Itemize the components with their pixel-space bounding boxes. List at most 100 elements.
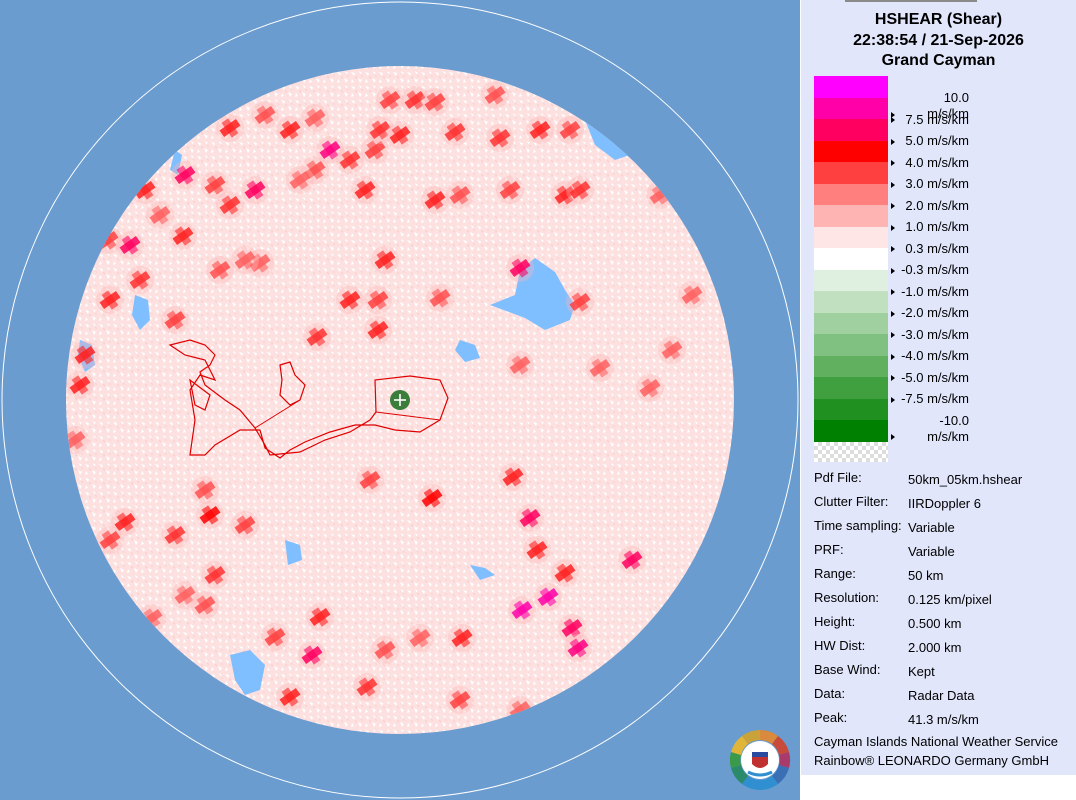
legend-label: 0.3 m/s/km <box>891 241 981 257</box>
shear-cell <box>618 546 646 574</box>
legend-swatch <box>814 377 888 399</box>
shear-cell <box>146 201 174 229</box>
legend-tick-icon <box>891 203 895 210</box>
metadata-key: Data: <box>814 686 846 701</box>
shear-cell <box>301 104 329 132</box>
legend-tick-icon <box>891 310 895 317</box>
shear-cell <box>351 176 379 204</box>
shear-cell <box>231 511 259 539</box>
metadata-key: Resolution: <box>814 590 880 605</box>
legend-tick-icon <box>891 267 895 274</box>
radar-site-marker <box>390 390 410 410</box>
legend-swatch <box>814 183 888 206</box>
shear-cell <box>303 323 331 351</box>
shear-cell <box>486 124 514 152</box>
shear-cell <box>251 101 279 129</box>
shear-cell <box>564 634 592 662</box>
footer-vendor: Rainbow® LEONARDO Germany GmbH <box>814 753 1049 768</box>
legend-label: 4.0 m/s/km <box>891 155 981 171</box>
legend-tick-icon <box>891 332 895 339</box>
shear-cell <box>241 176 269 204</box>
metadata-value: Kept <box>908 664 935 679</box>
shear-cell <box>286 166 314 194</box>
legend-label: -7.5 m/s/km <box>891 391 981 407</box>
datetime-title: 22:38:54 / 21-Sep-2026 <box>853 32 1024 49</box>
shear-cell <box>551 559 579 587</box>
metadata-value: 50km_05km.hshear <box>908 472 1023 487</box>
legend-tick-icon <box>891 289 895 296</box>
shear-cell <box>71 341 99 369</box>
legend-tick-icon <box>891 396 895 403</box>
legend-swatch <box>814 312 888 335</box>
product-title: HSHEAR (Shear) <box>874 11 1003 28</box>
legend-swatch <box>814 291 888 313</box>
legend-swatch <box>814 162 888 184</box>
legend-label: 3.0 m/s/km <box>891 176 981 192</box>
legend-label: -3.0 m/s/km <box>891 327 981 343</box>
legend-swatch <box>814 334 888 356</box>
metadata-value: Variable <box>908 544 955 559</box>
shear-cell <box>356 466 384 494</box>
legend-swatch <box>814 119 888 141</box>
metadata-value: IIRDoppler 6 <box>908 496 981 511</box>
shear-cell <box>406 624 434 652</box>
shear-cell <box>566 176 594 204</box>
legend-label: -4.0 m/s/km <box>891 348 981 364</box>
metadata-key: Peak: <box>814 710 848 725</box>
shear-cell <box>523 536 551 564</box>
shear-cell <box>216 191 244 219</box>
shear-cell <box>364 286 392 314</box>
metadata-key: Time sampling: <box>814 518 902 533</box>
metadata-value: 50 km <box>908 568 944 583</box>
site-title: Grand Cayman <box>881 52 996 69</box>
shear-cell <box>371 636 399 664</box>
metadata-value: 0.500 km <box>908 616 962 631</box>
shear-cell <box>516 504 544 532</box>
shear-cell <box>441 118 469 146</box>
shear-cell <box>364 316 392 344</box>
shear-cell <box>261 623 289 651</box>
shear-cell <box>191 476 219 504</box>
metadata-key: HW Dist: <box>814 638 866 653</box>
shear-cell <box>96 526 124 554</box>
legend-tick-icon <box>891 246 895 253</box>
metadata-value: Radar Data <box>908 688 975 703</box>
metadata-key: Clutter Filter: <box>814 494 889 509</box>
shear-cell <box>646 181 674 209</box>
shear-cell <box>556 116 584 144</box>
metadata-key: Base Wind: <box>814 662 881 677</box>
shear-cell <box>161 521 189 549</box>
metadata-key: PRF: <box>814 542 844 557</box>
metadata-value: 2.000 km <box>908 640 962 655</box>
metadata-key: Pdf File: <box>814 470 862 485</box>
legend-swatch <box>814 97 888 120</box>
shear-cell <box>678 281 706 309</box>
shear-cell <box>171 161 199 189</box>
legend-label: 2.0 m/s/km <box>891 198 981 214</box>
legend-tick-icon <box>891 181 895 188</box>
shear-cell <box>499 463 527 491</box>
shear-cell <box>386 121 414 149</box>
legend-tick-icon <box>891 353 895 360</box>
shear-cell <box>138 604 166 632</box>
shear-cell <box>506 696 534 724</box>
shear-cell <box>534 583 562 611</box>
shear-cell <box>506 254 534 282</box>
shear-cell <box>66 426 89 454</box>
legend-tick-icon <box>891 117 895 124</box>
legend-swatch <box>814 76 888 98</box>
radar-map[interactable] <box>0 0 800 800</box>
shear-cell <box>658 336 686 364</box>
legend-swatch <box>814 398 888 421</box>
legend-label: -10.0 m/s/km <box>891 413 981 445</box>
shear-cell <box>131 176 159 204</box>
legend-label: 7.5 m/s/km <box>891 112 981 128</box>
shear-cell <box>276 116 304 144</box>
legend-label: -1.0 m/s/km <box>891 284 981 300</box>
shear-cell <box>376 86 404 114</box>
legend-swatch <box>814 205 888 227</box>
legend-label: -5.0 m/s/km <box>891 370 981 386</box>
shear-cell <box>496 176 524 204</box>
legend-tick-icon <box>891 138 895 145</box>
footer-organization: Cayman Islands National Weather Service <box>814 734 1058 749</box>
